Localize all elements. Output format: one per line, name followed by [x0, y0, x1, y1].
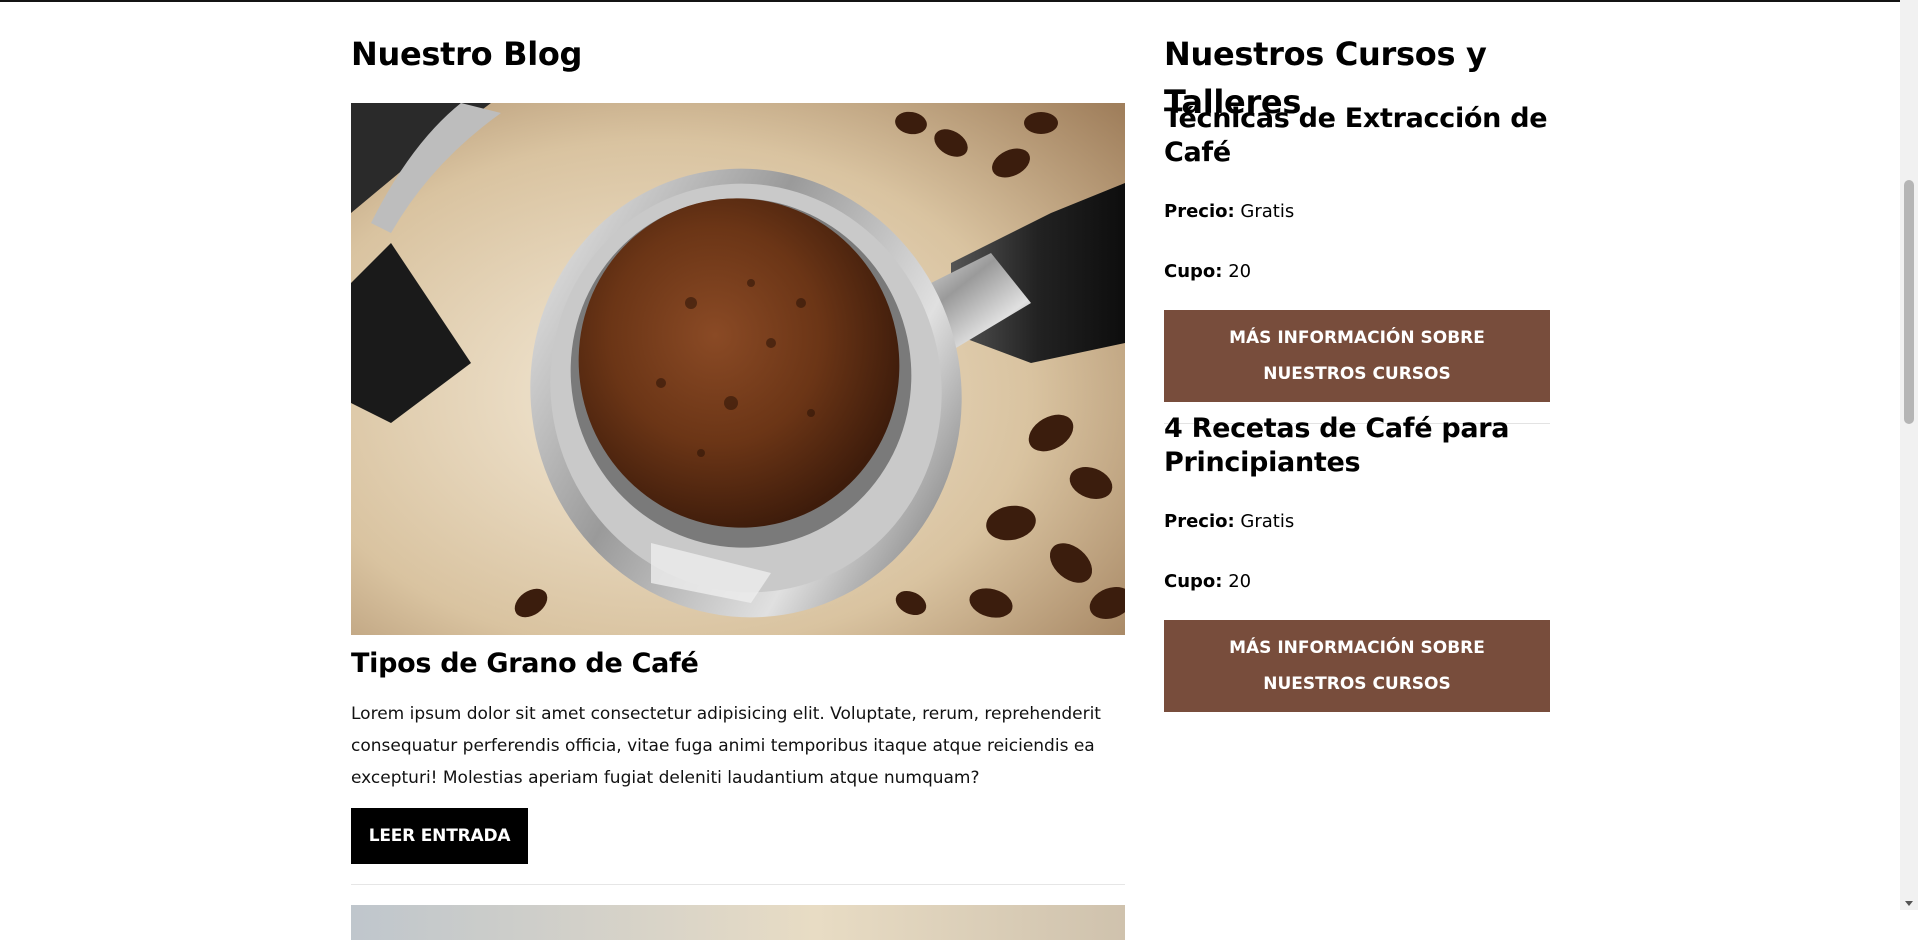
course-capacity: Cupo: 20: [1164, 260, 1550, 284]
course-price-label: Precio:: [1164, 511, 1235, 532]
course-price: Precio: Gratis: [1164, 510, 1550, 534]
course-capacity: Cupo: 20: [1164, 570, 1550, 594]
course-price-value: Gratis: [1240, 511, 1295, 532]
course-capacity-value: 20: [1228, 571, 1252, 592]
course-title: 4 Recetas de Café para Principiantes: [1164, 413, 1510, 478]
next-blog-post-image[interactable]: [351, 905, 1125, 940]
blog-post-excerpt: Lorem ipsum dolor sit amet consectetur a…: [351, 704, 1101, 788]
read-post-button[interactable]: LEER ENTRADA: [351, 808, 528, 864]
scrollbar-thumb[interactable]: [1904, 180, 1914, 424]
blog-section: Nuestro Blog Tipos de Grano de Café Lore…: [351, 30, 1125, 940]
course-title: Técnicas de Extracción de Café: [1164, 103, 1548, 168]
course-price: Precio: Gratis: [1164, 200, 1550, 224]
scroll-down-arrow-icon[interactable]: [1905, 901, 1913, 906]
course-capacity-label: Cupo:: [1164, 571, 1223, 592]
page-scrollbar[interactable]: [1900, 0, 1918, 910]
post-divider: [351, 884, 1125, 885]
top-border: [0, 0, 1900, 2]
course-more-info-button[interactable]: Más Información sobre nuestros cursos: [1164, 620, 1550, 712]
course-price-label: Precio:: [1164, 201, 1235, 222]
course-card: Técnicas de Extracción de Café Precio: G…: [1164, 102, 1550, 424]
course-card: 4 Recetas de Café para Principiantes Pre…: [1164, 412, 1550, 712]
course-capacity-value: 20: [1228, 261, 1252, 282]
blog-post-title: Tipos de Grano de Café: [351, 648, 699, 679]
courses-section: Nuestros Cursos y Talleres Técnicas de E…: [1164, 30, 1550, 712]
coffee-portafilter-image: [351, 103, 1125, 635]
course-capacity-label: Cupo:: [1164, 261, 1223, 282]
course-more-info-button[interactable]: Más Información sobre nuestros cursos: [1164, 310, 1550, 402]
blog-post-image[interactable]: [351, 103, 1125, 635]
blog-heading: Nuestro Blog: [351, 35, 583, 73]
course-price-value: Gratis: [1240, 201, 1295, 222]
